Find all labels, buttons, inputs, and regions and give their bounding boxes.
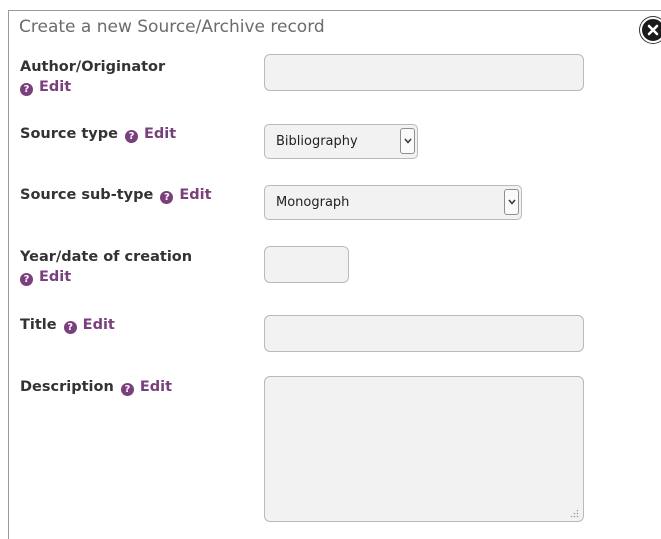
source-subtype-label: Source sub-type ? Edit <box>20 185 212 205</box>
author-edit-link[interactable]: Edit <box>39 79 71 95</box>
source-type-label: Source type ? Edit <box>20 124 176 144</box>
source-type-label-text: Source type <box>20 126 118 142</box>
resize-grip-icon[interactable] <box>570 509 579 518</box>
author-label: Author/Originator ? Edit <box>20 57 165 97</box>
chevron-down-icon <box>508 199 516 205</box>
source-subtype-select[interactable]: Monograph <box>264 185 522 220</box>
help-icon[interactable]: ? <box>125 130 139 143</box>
title-label-text: Title <box>20 317 57 333</box>
author-input[interactable] <box>264 54 584 91</box>
help-icon[interactable]: ? <box>120 383 134 396</box>
source-subtype-dropdown-button[interactable] <box>504 189 519 215</box>
close-button[interactable] <box>640 17 661 43</box>
source-subtype-label-text: Source sub-type <box>20 187 154 203</box>
help-icon[interactable]: ? <box>20 273 33 286</box>
title-input[interactable] <box>264 315 584 352</box>
year-label: Year/date of creation ? Edit <box>20 247 192 287</box>
source-type-selected-value: Bibliography <box>276 134 358 149</box>
year-edit-link[interactable]: Edit <box>39 269 71 285</box>
title-label: Title ? Edit <box>20 315 115 335</box>
close-icon <box>647 24 659 36</box>
source-type-edit-link[interactable]: Edit <box>144 126 176 142</box>
description-label-text: Description <box>20 379 114 395</box>
year-input[interactable] <box>264 246 349 283</box>
source-subtype-edit-link[interactable]: Edit <box>179 187 211 203</box>
author-label-text: Author/Originator <box>20 59 166 75</box>
chevron-down-icon <box>404 138 412 144</box>
source-subtype-selected-value: Monograph <box>276 195 350 210</box>
year-label-text: Year/date of creation <box>20 249 193 265</box>
source-type-select[interactable]: Bibliography <box>264 124 418 159</box>
help-icon[interactable]: ? <box>63 321 77 334</box>
description-edit-link[interactable]: Edit <box>140 379 172 395</box>
description-textarea[interactable] <box>264 376 584 522</box>
title-edit-link[interactable]: Edit <box>83 317 115 333</box>
dialog-title: Create a new Source/Archive record <box>19 17 325 37</box>
help-icon[interactable]: ? <box>20 83 33 96</box>
description-label: Description ? Edit <box>20 377 172 397</box>
source-type-dropdown-button[interactable] <box>400 128 415 154</box>
help-icon[interactable]: ? <box>160 191 174 204</box>
